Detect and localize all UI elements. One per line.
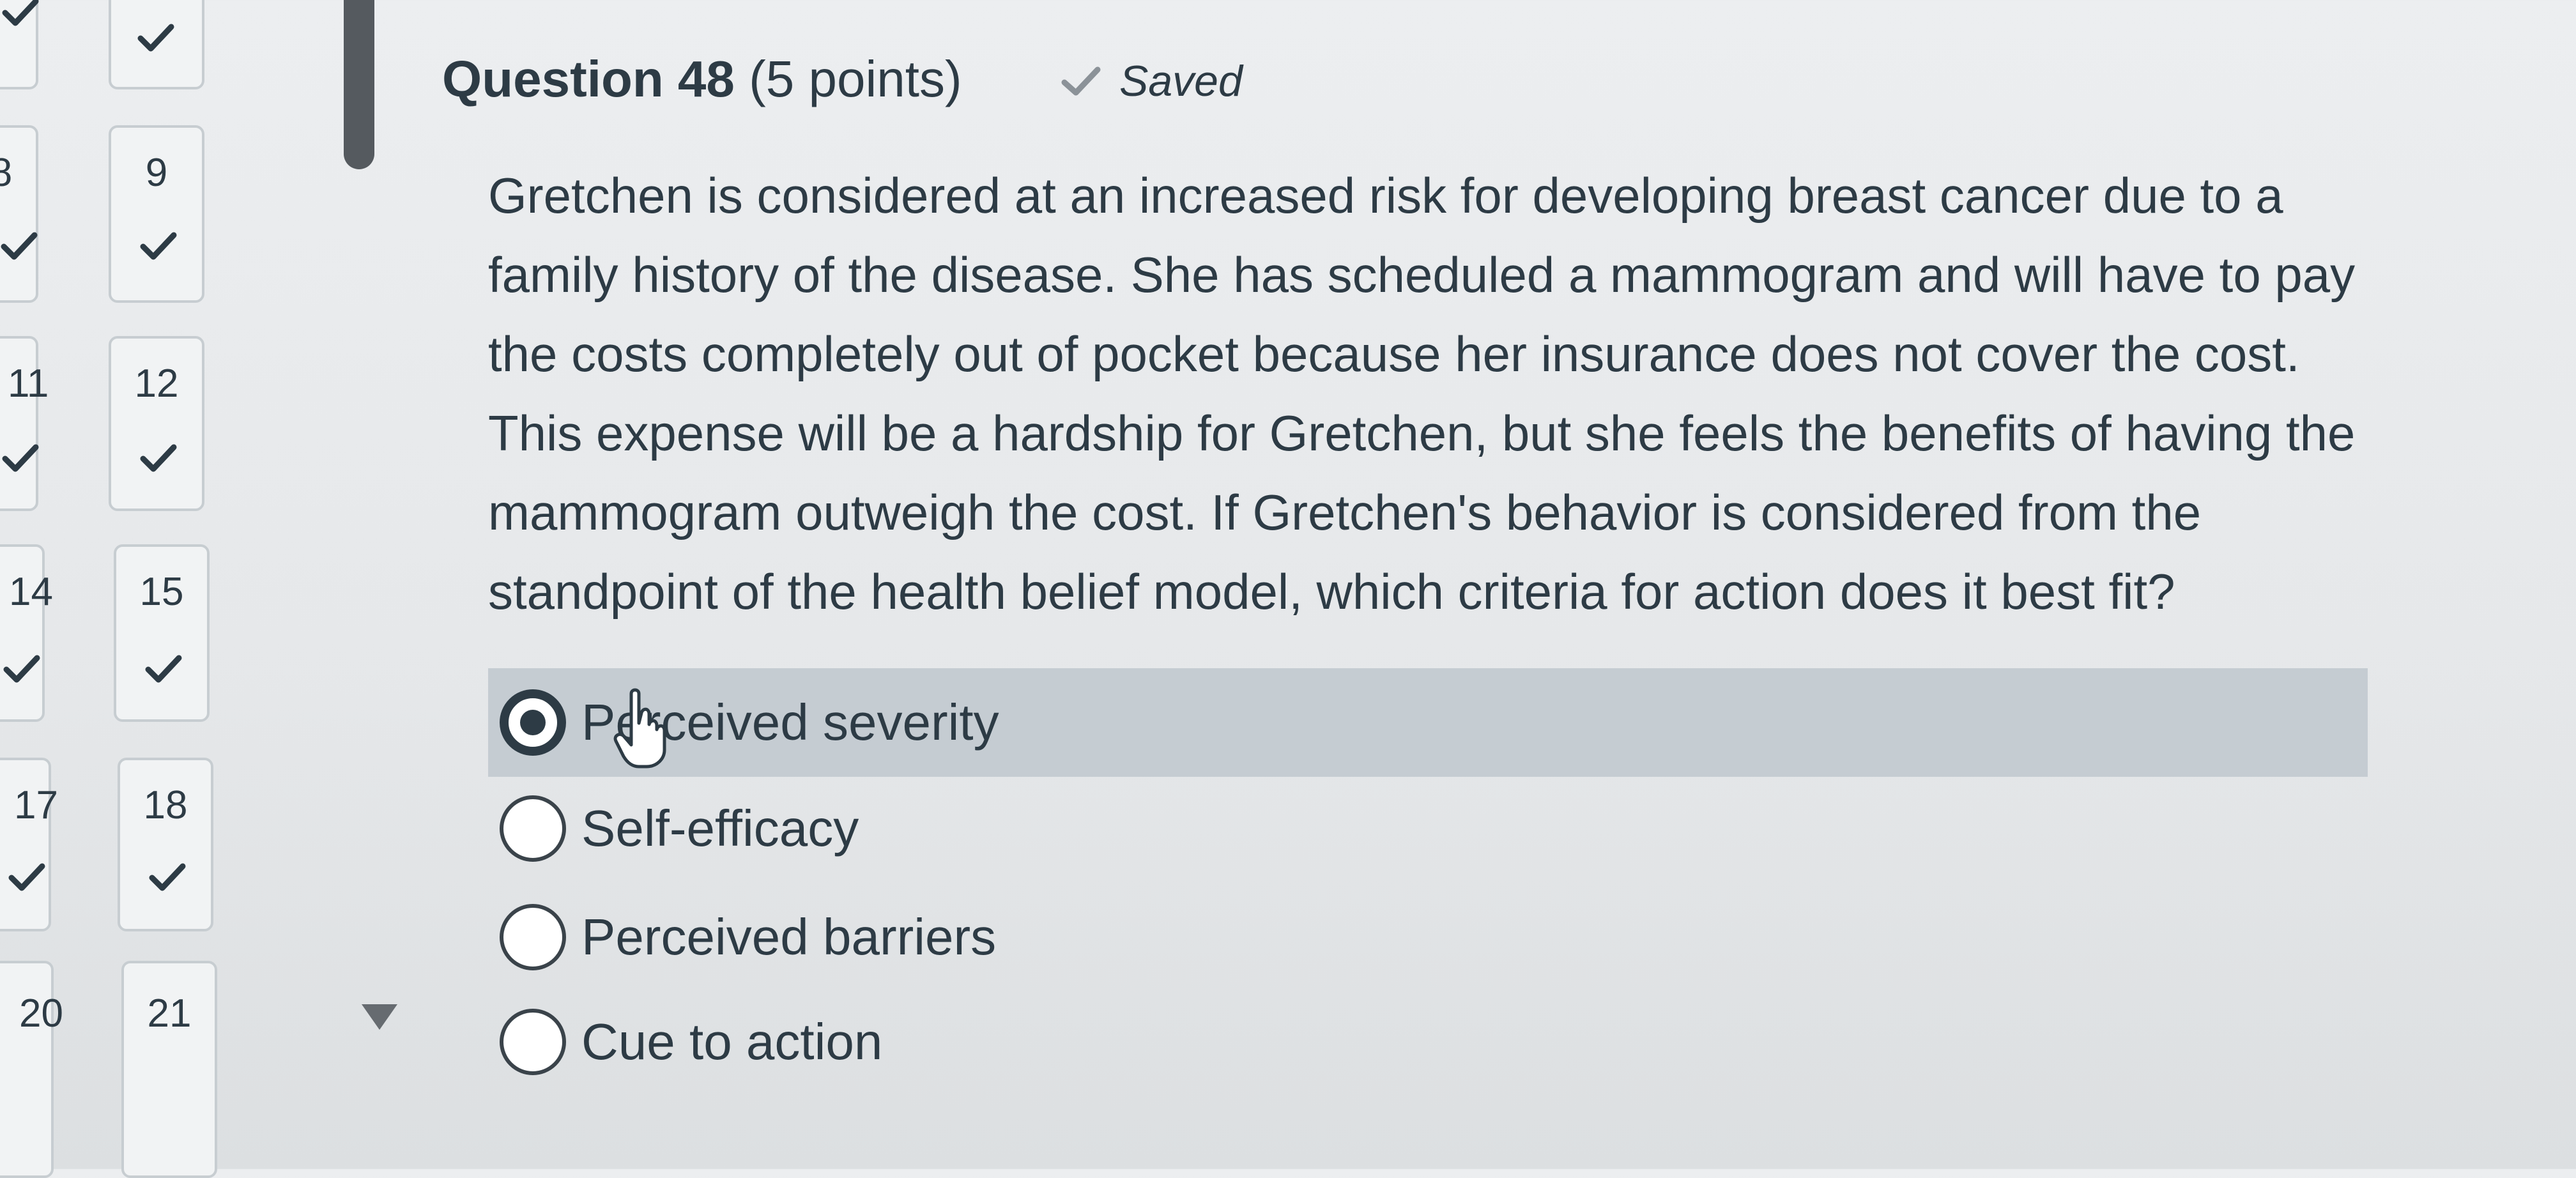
- nav-number: 14: [9, 570, 53, 614]
- answer-label[interactable]: Self-efficacy: [581, 799, 859, 858]
- scroll-down-arrow-icon[interactable]: [362, 1004, 397, 1030]
- check-icon: [2, 444, 39, 472]
- saved-status: Saved: [1061, 56, 1243, 106]
- radio-button[interactable]: [500, 795, 566, 862]
- radio-button[interactable]: [500, 1009, 566, 1075]
- nav-tile-17[interactable]: 17: [0, 758, 58, 931]
- question-header: Question 48 (5 points): [442, 51, 962, 107]
- nav-tile[interactable]: [109, 0, 204, 89]
- nav-number: 9: [145, 151, 168, 195]
- question-text-line: family history of the disease. She has s…: [488, 247, 2356, 303]
- nav-tile-12[interactable]: 12: [109, 336, 204, 511]
- nav-tile-15[interactable]: 15: [114, 544, 210, 722]
- nav-tile-11[interactable]: 11: [0, 336, 49, 511]
- nav-tile-21[interactable]: 21: [121, 961, 217, 1178]
- check-icon: [8, 863, 45, 891]
- check-icon: [140, 232, 177, 260]
- check-icon: [149, 863, 186, 891]
- answer-option-perceived-barriers[interactable]: Perceived barriers: [488, 883, 996, 991]
- nav-tile-20[interactable]: 20: [0, 961, 63, 1178]
- question-title: Question 48: [442, 50, 735, 107]
- answer-label[interactable]: Cue to action: [581, 1013, 882, 1071]
- nav-number: 18: [143, 783, 188, 827]
- question-text-line: Gretchen is considered at an increased r…: [488, 167, 2283, 224]
- answer-option-perceived-severity[interactable]: Perceived severity: [488, 668, 2368, 777]
- nav-number: 12: [134, 362, 179, 406]
- checkmark-icon: [1061, 66, 1101, 96]
- nav-number: 15: [139, 570, 184, 614]
- nav-tile-9[interactable]: 9: [109, 125, 204, 303]
- answer-label[interactable]: Perceived barriers: [581, 908, 996, 967]
- hand-pointer-icon: [613, 688, 666, 769]
- saved-label: Saved: [1119, 57, 1243, 105]
- nav-number: 8: [0, 151, 13, 195]
- radio-button[interactable]: [500, 904, 566, 970]
- check-icon: [140, 444, 177, 472]
- question-text-line: This expense will be a hardship for Gret…: [488, 405, 2356, 461]
- radio-button-selected[interactable]: [500, 689, 566, 756]
- nav-number: 20: [19, 991, 63, 1036]
- check-icon: [3, 655, 40, 683]
- check-icon: [2, 0, 39, 26]
- nav-number: 11: [8, 362, 49, 406]
- question-text-line: the costs completely out of pocket becau…: [488, 326, 2300, 382]
- scrollbar-thumb[interactable]: [344, 0, 374, 169]
- nav-number: 21: [147, 991, 192, 1036]
- question-text: Gretchen is considered at an increased r…: [488, 156, 2533, 631]
- nav-tile-8[interactable]: 8: [0, 125, 38, 303]
- nav-tile-18[interactable]: 18: [118, 758, 213, 931]
- answer-option-cue-to-action[interactable]: Cue to action: [488, 988, 882, 1096]
- check-icon: [145, 655, 182, 683]
- nav-tile[interactable]: [0, 0, 39, 89]
- question-points: (5 points): [749, 50, 962, 107]
- nav-number: 17: [14, 783, 58, 827]
- check-icon: [137, 24, 174, 52]
- answer-option-self-efficacy[interactable]: Self-efficacy: [488, 774, 859, 883]
- question-text-line: mammogram outweigh the cost. If Gretchen…: [488, 484, 2202, 540]
- nav-tile-14[interactable]: 14: [0, 544, 53, 722]
- check-icon: [1, 232, 38, 260]
- question-text-line: standpoint of the health belief model, w…: [488, 563, 2175, 620]
